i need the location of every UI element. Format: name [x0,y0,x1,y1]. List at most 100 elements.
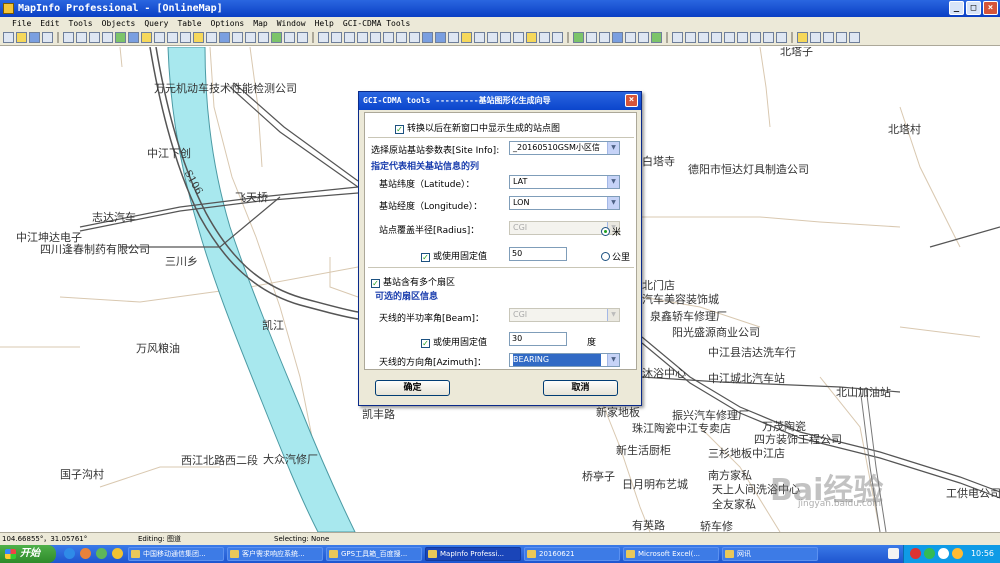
quicklaunch-icon[interactable] [112,548,123,559]
fixed-radius-option[interactable]: ✓ 或使用固定值 [421,249,487,262]
clip-region-icon[interactable] [552,32,563,43]
add-node-icon[interactable] [651,32,662,43]
editing-layer[interactable]: Editing: 图道 [138,533,181,545]
task-wangxun[interactable]: 网讯 [722,547,818,561]
graph-select-icon[interactable] [396,32,407,43]
minimize-button[interactable]: _ [949,1,964,15]
task-folder-20160621[interactable]: 20160621 [524,547,620,561]
window-icon[interactable] [258,32,269,43]
new-icon[interactable] [3,32,14,43]
draw-symbol-icon[interactable] [672,32,683,43]
map-icon[interactable] [271,32,282,43]
menu-window[interactable]: Window [277,17,306,30]
tray-security-icon[interactable] [952,548,963,559]
task-chinamobile[interactable]: 中国移动通信集团... [128,547,224,561]
longitude-select[interactable]: LON ▼ [509,196,620,210]
fixed-beam-input[interactable]: 30 [509,332,567,346]
chevron-down-icon[interactable]: ▼ [607,176,619,188]
ok-button[interactable]: 确定 [375,380,450,396]
chevron-down-icon[interactable]: ▼ [607,354,619,366]
menu-options[interactable]: Options [211,17,245,30]
unit-meter-radio[interactable] [601,227,610,236]
legend-tool-icon[interactable] [539,32,550,43]
select-arrow-icon[interactable] [318,32,329,43]
fixed-radius-checkbox[interactable]: ✓ [421,253,430,262]
beam-select[interactable]: CGI ▼ [509,308,620,322]
close-window-button[interactable]: × [983,1,998,15]
menu-map[interactable]: Map [253,17,267,30]
new-layout-icon[interactable] [154,32,165,43]
table-icon[interactable] [284,32,295,43]
info-icon[interactable] [232,32,243,43]
draw-text-icon[interactable] [776,32,787,43]
task-customer-system[interactable]: 客户需求响应系统... [227,547,323,561]
selecting-layer[interactable]: Selecting: None [274,533,329,545]
marquee-select-icon[interactable] [331,32,342,43]
fixed-radius-input[interactable]: 50 [509,247,567,261]
draw-rectangle-icon[interactable] [750,32,761,43]
reshape-icon[interactable] [638,32,649,43]
info-tool-icon[interactable] [474,32,485,43]
draw-polyline-icon[interactable] [698,32,709,43]
layer-control-icon[interactable] [193,32,204,43]
grabber-hand-icon[interactable] [461,32,472,43]
radius-select-icon[interactable] [344,32,355,43]
menu-table[interactable]: Table [177,17,201,30]
style-icon[interactable] [625,32,636,43]
fixed-beam-checkbox[interactable]: ✓ [421,339,430,348]
hotlink-icon[interactable] [245,32,256,43]
polygon-select-icon[interactable] [357,32,368,43]
tray-volume-icon[interactable] [938,548,949,559]
start-button[interactable]: 开始 [0,545,56,563]
print-icon[interactable] [42,32,53,43]
copy-icon[interactable] [76,32,87,43]
dialog-close-button[interactable]: × [625,94,638,107]
chevron-down-icon[interactable]: ▼ [607,197,619,209]
latitude-select[interactable]: LAT ▼ [509,175,620,189]
show-new-window-checkbox[interactable]: ✓ [395,125,404,134]
region-icon[interactable] [612,32,623,43]
cancel-button[interactable]: 取消 [543,380,618,396]
change-view-icon[interactable] [448,32,459,43]
menu-file[interactable]: File [12,17,31,30]
multi-sector-checkbox[interactable]: ✓ [371,279,380,288]
region-style-icon[interactable] [810,32,821,43]
task-gps-toolbox[interactable]: GPS工具箱_百度搜... [326,547,422,561]
input-method-icon[interactable] [888,548,899,559]
paste-icon[interactable] [89,32,100,43]
site-info-select[interactable]: _20160510GSM小区信 ▼ [509,141,620,155]
zoom-in-icon[interactable] [422,32,433,43]
azimuth-select[interactable]: BEARING ▼ [509,353,620,367]
draw-ellipse-icon[interactable] [737,32,748,43]
ruler-icon[interactable] [487,32,498,43]
ie-icon[interactable] [64,548,75,559]
fixed-beam-option[interactable]: ✓ 或使用固定值 [421,335,487,348]
multi-sector-option[interactable]: ✓ 基站含有多个扇区 [371,275,455,288]
chevron-down-icon[interactable]: ▼ [607,142,619,154]
draw-rounded-rect-icon[interactable] [763,32,774,43]
text-style-icon[interactable] [849,32,860,43]
legend-icon[interactable] [206,32,217,43]
open-folder-icon[interactable] [16,32,27,43]
unit-km-radio[interactable] [601,252,610,261]
media-icon[interactable] [80,548,91,559]
new-grapher-icon[interactable] [141,32,152,43]
menu-edit[interactable]: Edit [40,17,59,30]
sql-select-icon[interactable] [180,32,191,43]
label-icon[interactable] [500,32,511,43]
help-icon[interactable] [297,32,308,43]
new-mapper-icon[interactable] [128,32,139,43]
draw-polygon-icon[interactable] [724,32,735,43]
boundary-select-icon[interactable] [370,32,381,43]
menu-query[interactable]: Query [144,17,168,30]
task-mapinfo[interactable]: MapInfo Professi... [425,547,521,561]
menu-help[interactable]: Help [315,17,334,30]
line-icon[interactable] [599,32,610,43]
zoom-out-icon[interactable] [435,32,446,43]
menu-gci-cdma-tools[interactable]: GCI-CDMA Tools [343,17,410,30]
clock[interactable]: 10:56 [971,545,994,563]
chevron-down-icon[interactable]: ▼ [607,309,619,321]
tray-s-icon[interactable] [910,548,921,559]
frame-icon[interactable] [797,32,808,43]
symbol-icon[interactable] [586,32,597,43]
